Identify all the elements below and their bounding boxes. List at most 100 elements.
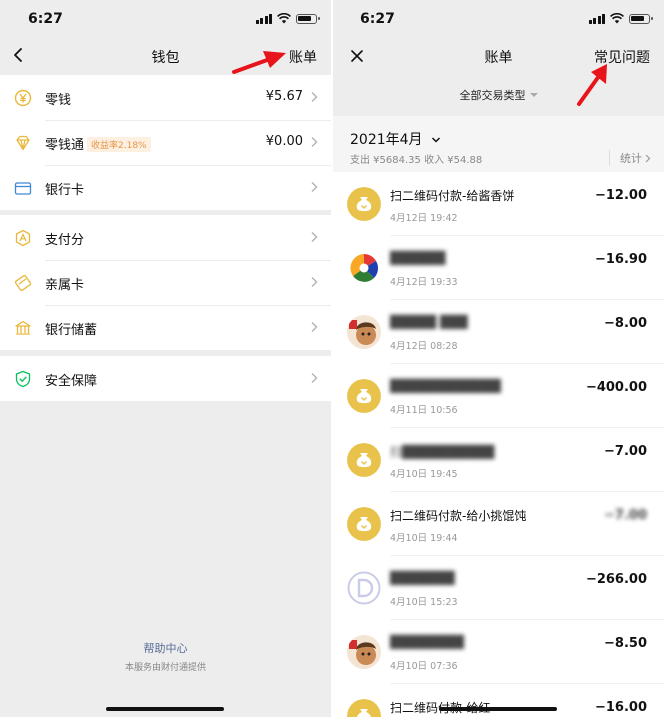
wallet-item-change[interactable]: 零钱 ¥5.67 <box>0 75 331 120</box>
transaction-title: ████████████ <box>390 379 501 393</box>
chevron-right-icon <box>311 277 318 287</box>
transaction-title: ██████ <box>390 251 446 265</box>
bank-savings-icon <box>15 320 31 335</box>
wallet-item-pay-score[interactable]: 支付分 <box>0 215 331 260</box>
wifi-icon <box>277 13 291 24</box>
help-center-link[interactable]: 帮助中心 <box>0 640 331 656</box>
money-bag-icon <box>347 379 381 413</box>
transaction-title: ███████ <box>390 571 455 585</box>
transaction-row[interactable]: ██████ 4月12日 19:33 −16.90 <box>333 236 664 300</box>
chevron-right-icon <box>311 232 318 242</box>
wallet-item-label: 安全保障 <box>45 374 98 389</box>
wallet-item-family-card[interactable]: 亲属卡 <box>0 260 331 305</box>
red-arrow-annotation <box>577 64 607 106</box>
service-provider-note: 本服务由财付通提供 <box>124 663 206 673</box>
chevron-right-icon <box>311 182 318 192</box>
money-bag-icon <box>347 507 381 541</box>
transaction-amount: −7.00 <box>604 444 647 459</box>
chevron-right-icon <box>311 322 318 332</box>
wallet-item-label: 零钱通 <box>45 138 85 153</box>
wallet-item-label: 亲属卡 <box>45 278 85 293</box>
wallet-group-balance: 零钱 ¥5.67 零钱通 收益率2.18% ¥0.00 银行卡 <box>0 75 331 210</box>
wallet-group-services: 支付分 亲属卡 银行储蓄 <box>0 215 331 350</box>
transaction-row[interactable]: ███████ 4月10日 15:23 −266.00 <box>333 556 664 620</box>
wifi-icon <box>610 13 624 24</box>
month-selector[interactable]: 2021年4月 <box>350 129 441 149</box>
wallet-group-security: 安全保障 <box>0 356 331 401</box>
wallet-item-value: ¥5.67 <box>265 89 303 104</box>
caret-down-icon <box>529 93 538 97</box>
transaction-row[interactable]: ████████ 4月10日 07:36 −8.50 <box>333 620 664 684</box>
transaction-amount: −400.00 <box>585 380 647 395</box>
wallet-item-lingqiantong[interactable]: 零钱通 收益率2.18% ¥0.00 <box>0 120 331 165</box>
money-bag-icon <box>347 443 381 477</box>
transaction-title: 扫██████████ <box>390 445 495 459</box>
bill-button[interactable]: 账单 <box>289 47 317 67</box>
transaction-row[interactable]: 扫二维码付款-给小挑馄饨 4月10日 19:44 −7.00 <box>333 492 664 556</box>
pay-score-icon <box>15 229 31 247</box>
chevron-right-icon <box>645 154 651 163</box>
status-time: 6:27 <box>360 11 395 27</box>
chevron-right-icon <box>311 92 318 102</box>
money-bag-icon <box>347 699 381 717</box>
wallet-screen: 6:27 钱包 账单 零钱 ¥5.67 零钱通 收益率2.18% ¥0.00 银… <box>0 0 331 717</box>
transaction-amount: −16.90 <box>594 252 647 267</box>
home-indicator[interactable] <box>106 707 224 711</box>
home-indicator[interactable] <box>439 707 557 711</box>
bill-screen: 6:27 账单 常见问题 全部交易类型 2021年4月 支出 ¥5684.35 … <box>333 0 664 717</box>
diamond-icon <box>16 135 30 151</box>
bill-navbar: 账单 常见问题 <box>333 38 664 74</box>
transaction-time: 4月10日 07:36 <box>390 661 458 672</box>
family-card-icon <box>14 274 32 292</box>
yield-rate-badge: 收益率2.18% <box>87 137 151 152</box>
battery-icon <box>629 13 653 24</box>
transaction-amount: −12.00 <box>594 188 647 203</box>
status-bar: 6:27 <box>0 0 331 38</box>
transaction-time: 4月12日 19:33 <box>390 277 458 288</box>
avatar-icon <box>347 315 381 349</box>
transaction-time: 4月11日 10:56 <box>390 405 458 416</box>
pinwheel-logo-icon <box>347 251 381 285</box>
cellular-signal-icon <box>255 13 272 24</box>
transaction-title: 扫二维码付款-给酱香饼 <box>390 189 515 203</box>
transaction-time: 4月10日 15:23 <box>390 597 458 608</box>
transaction-row[interactable]: 扫二维码付款-给红−16.00 <box>333 684 664 717</box>
wallet-item-value: ¥0.00 <box>265 134 303 149</box>
red-arrow-annotation <box>232 51 286 74</box>
battery-icon <box>296 13 320 24</box>
transaction-title: ████████ <box>390 635 464 649</box>
transaction-amount: −16.00 <box>594 700 647 715</box>
transaction-type-filter[interactable]: 全部交易类型 <box>333 87 664 103</box>
chevron-right-icon <box>311 373 318 383</box>
transaction-row[interactable]: 扫二维码付款-给酱香饼 4月12日 19:42 −12.00 <box>333 172 664 236</box>
transaction-amount: −7.00 <box>604 508 647 523</box>
wallet-item-bank-savings[interactable]: 银行储蓄 <box>0 305 331 350</box>
transaction-row[interactable]: █████ ███ 4月12日 08:28 −8.00 <box>333 300 664 364</box>
status-time: 6:27 <box>28 11 63 27</box>
yuan-coin-icon <box>14 89 32 107</box>
month-totals: 支出 ¥5684.35 收入 ¥54.88 <box>350 155 483 166</box>
money-bag-icon <box>347 187 381 221</box>
transaction-row[interactable]: ████████████ 4月11日 10:56 −400.00 <box>333 364 664 428</box>
status-bar: 6:27 <box>333 0 664 38</box>
transaction-amount: −8.50 <box>604 636 647 651</box>
wallet-item-bank-card[interactable]: 银行卡 <box>0 165 331 210</box>
transaction-row[interactable]: 扫██████████ 4月10日 19:45 −7.00 <box>333 428 664 492</box>
chevron-down-icon <box>431 137 441 143</box>
transaction-time: 4月12日 08:28 <box>390 341 458 352</box>
statistics-button[interactable]: 统计 <box>609 150 651 166</box>
transaction-title: 扫二维码付款-给小挑馄饨 <box>390 509 527 523</box>
transaction-title: █████ ███ <box>390 315 468 329</box>
d-logo-icon <box>347 571 381 605</box>
transaction-time: 4月10日 19:44 <box>390 533 458 544</box>
transaction-amount: −266.00 <box>585 572 647 587</box>
wallet-item-label: 支付分 <box>45 233 85 248</box>
month-summary: 2021年4月 支出 ¥5684.35 收入 ¥54.88 统计 <box>333 116 664 172</box>
wallet-item-label: 银行储蓄 <box>45 323 98 338</box>
avatar-icon <box>347 635 381 669</box>
wallet-item-label: 银行卡 <box>45 183 85 198</box>
chevron-right-icon <box>311 137 318 147</box>
wallet-item-security[interactable]: 安全保障 <box>0 356 331 401</box>
shield-icon <box>15 370 31 388</box>
transaction-time: 4月10日 19:45 <box>390 469 458 480</box>
